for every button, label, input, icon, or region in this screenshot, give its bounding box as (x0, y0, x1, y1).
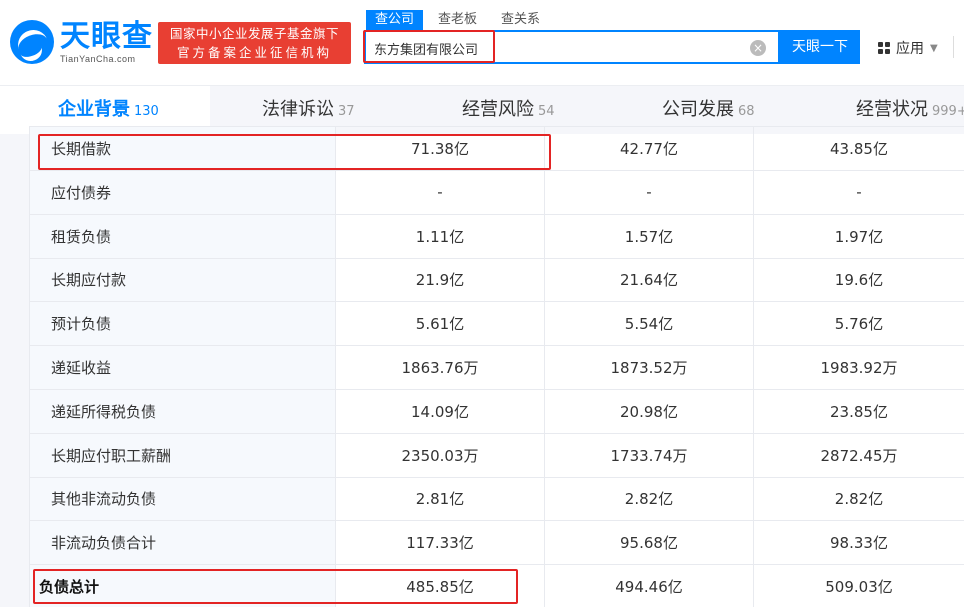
tab-label: 企业背景 (58, 99, 130, 120)
row-value: 19.6亿 (753, 257, 964, 303)
row-value: 1983.92万 (753, 345, 964, 390)
row-value: 1863.76万 (335, 345, 545, 390)
table-row: 其他非流动负债 2.81亿 2.82亿 2.82亿 (29, 476, 964, 522)
row-value: 23.85亿 (753, 388, 964, 434)
row-value: - (544, 170, 754, 215)
row-value: 509.03亿 (753, 564, 964, 607)
row-value: 1.57亿 (544, 213, 754, 259)
logo-domain: TianYanCha.com (60, 54, 136, 64)
apps-menu[interactable]: 应用 ▼ (878, 38, 938, 58)
header-divider (953, 36, 954, 58)
row-value: 2872.45万 (753, 432, 964, 478)
row-label: 长期借款 (29, 126, 336, 171)
logo-name: 天眼查 (60, 19, 153, 54)
row-label: 其他非流动负债 (29, 476, 336, 522)
badge-line-2: 官方备案企业征信机构 (176, 45, 332, 60)
balance-sheet-table: 长期借款 71.38亿 42.77亿 43.85亿 应付债券 - - - 租赁负债 1.11亿 1.… (29, 126, 964, 607)
site-header: 天眼查 TianYanCha.com 国家中小企业发展子基金旗下 官方备案企业征… (0, 0, 964, 86)
row-value: - (753, 170, 964, 215)
row-label: 非流动负债合计 (29, 520, 336, 566)
search-input[interactable] (374, 38, 744, 58)
row-value: 21.9亿 (335, 257, 545, 303)
search-type-tabs: 查公司 查老板 查关系 (366, 10, 555, 30)
row-value: 43.85亿 (753, 126, 964, 171)
apps-grid-icon (878, 42, 890, 54)
table-row: 非流动负债合计 117.33亿 95.68亿 98.33亿 (29, 520, 964, 566)
row-value: 71.38亿 (335, 126, 545, 171)
tab-count: 37 (338, 104, 355, 119)
row-label: 负债总计 (29, 564, 336, 607)
row-label: 租赁负债 (29, 213, 336, 259)
search-box: × (364, 30, 780, 64)
apps-label: 应用 (896, 41, 924, 57)
row-value: - (335, 170, 545, 215)
row-value: 2.82亿 (753, 476, 964, 522)
row-value: 2350.03万 (335, 432, 545, 478)
row-value: 42.77亿 (544, 126, 754, 171)
row-label: 应付债券 (29, 170, 336, 215)
table-row: 应付债券 - - - (29, 170, 964, 215)
row-value: 1733.74万 (544, 432, 754, 478)
tianyancha-logo[interactable]: 天眼查 TianYanCha.com (10, 20, 152, 66)
table-row: 递延收益 1863.76万 1873.52万 1983.92万 (29, 345, 964, 390)
tab-label: 经营状况 (856, 99, 928, 120)
row-label: 长期应付职工薪酬 (29, 432, 336, 478)
table-row: 长期应付款 21.9亿 21.64亿 19.6亿 (29, 257, 964, 303)
row-value: 1.11亿 (335, 213, 545, 259)
table-row: 长期借款 71.38亿 42.77亿 43.85亿 (29, 126, 964, 171)
row-label: 预计负债 (29, 301, 336, 347)
tab-count: 999+ (932, 104, 964, 119)
row-value: 1.97亿 (753, 213, 964, 259)
tab-count: 54 (538, 104, 555, 119)
row-label: 长期应付款 (29, 257, 336, 303)
row-value: 98.33亿 (753, 520, 964, 566)
tab-search-company[interactable]: 查公司 (366, 10, 424, 30)
row-label: 递延收益 (29, 345, 336, 390)
tab-label: 公司发展 (662, 99, 734, 120)
tab-label: 法律诉讼 (262, 99, 334, 120)
row-value: 494.46亿 (544, 564, 754, 607)
tab-search-relation[interactable]: 查关系 (492, 10, 549, 30)
row-value: 5.54亿 (544, 301, 754, 347)
row-value: 2.81亿 (335, 476, 545, 522)
tab-count: 68 (738, 104, 755, 119)
gov-badge[interactable]: 国家中小企业发展子基金旗下 官方备案企业征信机构 (158, 22, 351, 64)
tab-search-boss[interactable]: 查老板 (429, 10, 486, 30)
row-value: 2.82亿 (544, 476, 754, 522)
row-value: 95.68亿 (544, 520, 754, 566)
table-row: 负债总计 485.85亿 494.46亿 509.03亿 (29, 564, 964, 607)
row-value: 20.98亿 (544, 388, 754, 434)
row-label: 递延所得税负债 (29, 388, 336, 434)
logo-mark-icon (10, 20, 54, 64)
row-value: 5.61亿 (335, 301, 545, 347)
page-gutter (0, 134, 29, 607)
row-value: 14.09亿 (335, 388, 545, 434)
row-value: 21.64亿 (544, 257, 754, 303)
table-row: 预计负债 5.61亿 5.54亿 5.76亿 (29, 301, 964, 347)
row-value: 117.33亿 (335, 520, 545, 566)
row-value: 5.76亿 (753, 301, 964, 347)
table-row: 递延所得税负债 14.09亿 20.98亿 23.85亿 (29, 388, 964, 434)
row-value: 1873.52万 (544, 345, 754, 390)
clear-icon[interactable]: × (750, 40, 766, 56)
tab-count: 130 (134, 104, 159, 119)
caret-down-icon: ▼ (930, 42, 938, 54)
row-value: 485.85亿 (335, 564, 545, 607)
table-row: 租赁负债 1.11亿 1.57亿 1.97亿 (29, 213, 964, 259)
tab-label: 经营风险 (462, 99, 534, 120)
search-button[interactable]: 天眼一下 (780, 30, 860, 64)
badge-line-1: 国家中小企业发展子基金旗下 (169, 26, 339, 41)
table-row: 长期应付职工薪酬 2350.03万 1733.74万 2872.45万 (29, 432, 964, 478)
